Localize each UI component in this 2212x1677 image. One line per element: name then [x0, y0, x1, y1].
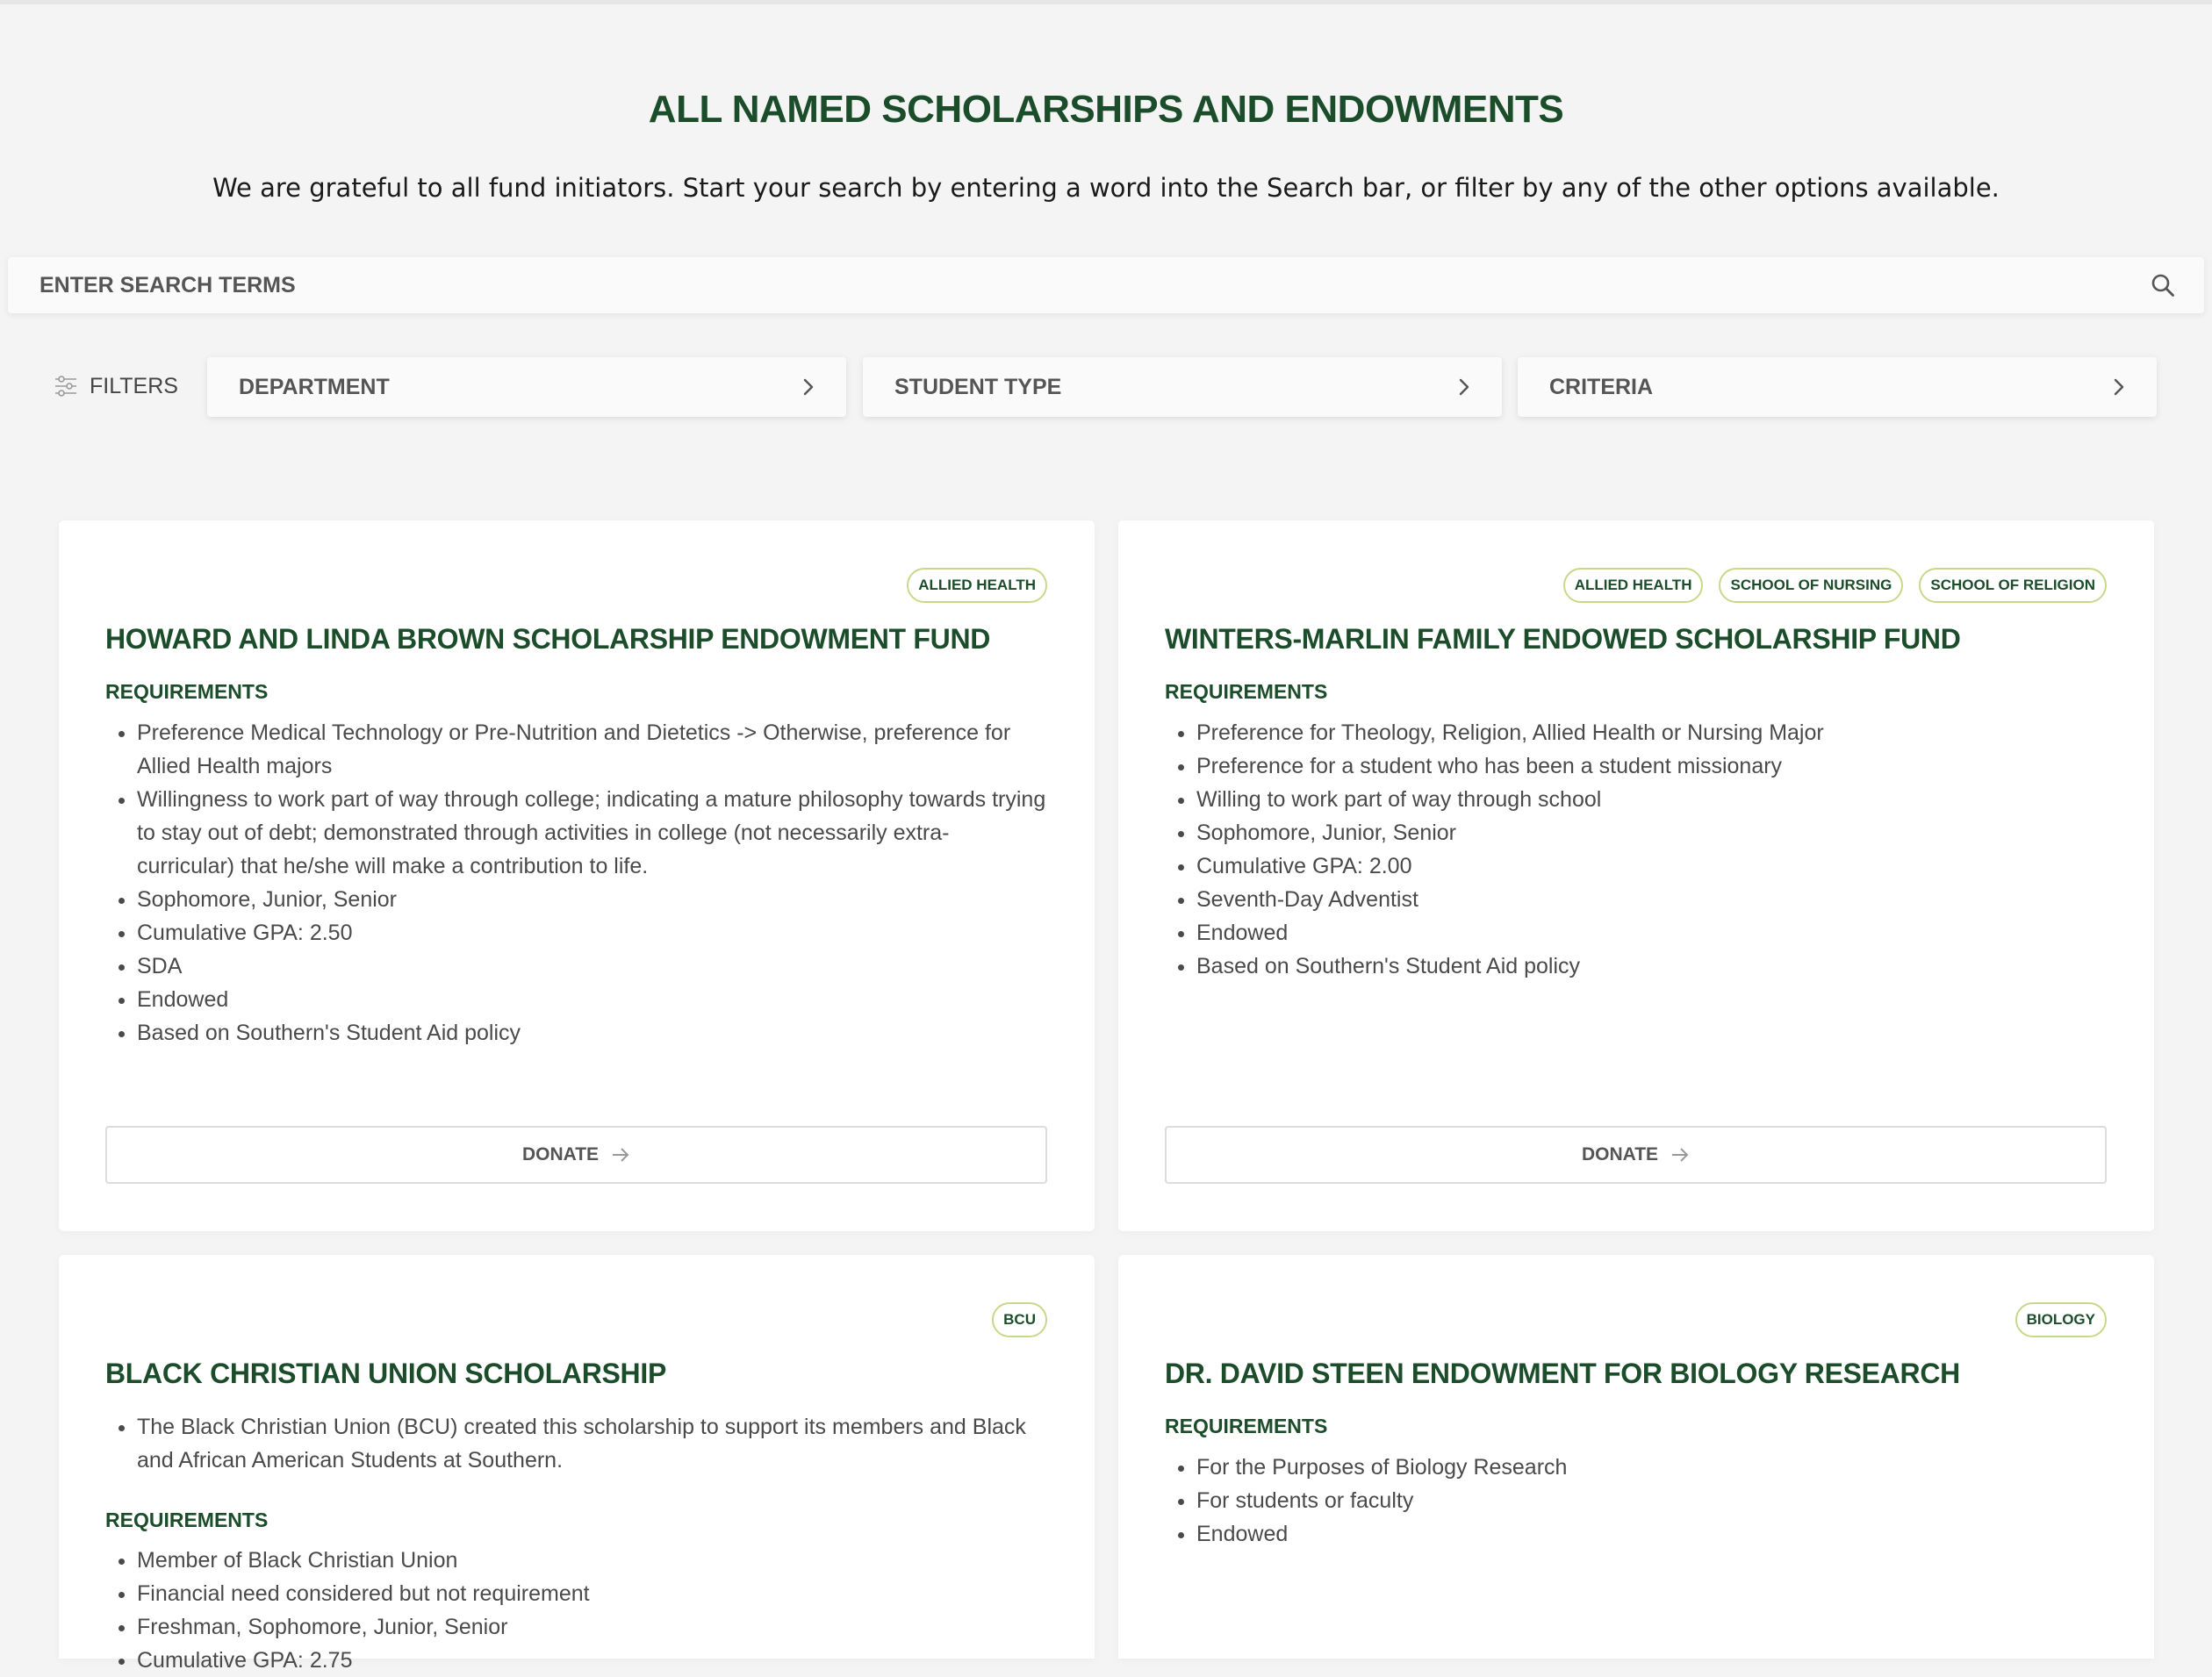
requirement-item: Sophomore, Junior, Senior	[1196, 816, 2106, 849]
department-tag[interactable]: SCHOOL OF RELIGION	[1919, 568, 2107, 603]
requirement-item: Cumulative GPA: 2.75	[137, 1644, 1046, 1677]
department-dropdown-label: DEPARTMENT	[239, 374, 390, 399]
scholarship-title: DR. DAVID STEEN ENDOWMENT FOR BIOLOGY RE…	[1165, 1358, 1960, 1389]
requirements-list: Preference Medical Technology or Pre-Nut…	[105, 716, 1046, 1050]
chevron-right-icon	[1459, 378, 1469, 396]
requirement-item: Seventh-Day Adventist	[1196, 883, 2106, 916]
requirement-item: For students or faculty	[1196, 1484, 2106, 1517]
donate-label: DONATE	[521, 1144, 600, 1165]
donate-button[interactable]: DONATE	[105, 1126, 1047, 1184]
requirement-item: Based on Southern's Student Aid policy	[137, 1016, 1046, 1050]
requirements-list: Member of Black Christian Union Financia…	[105, 1544, 1046, 1677]
requirement-item: Sophomore, Junior, Senior	[137, 883, 1046, 916]
search-bar	[8, 257, 2204, 313]
requirement-item: Willingness to work part of way through …	[137, 783, 1046, 883]
arrow-right-icon	[1672, 1148, 1689, 1162]
requirement-item: Willing to work part of way through scho…	[1196, 783, 2106, 816]
criteria-dropdown[interactable]: CRITERIA	[1518, 357, 2157, 417]
top-divider	[0, 0, 2212, 4]
department-tag[interactable]: BCU	[992, 1302, 1047, 1337]
requirement-item: Endowed	[1196, 1517, 2106, 1551]
requirements-list: Preference for Theology, Religion, Allie…	[1165, 716, 2106, 983]
requirements-heading: REQUIREMENTS	[105, 1509, 269, 1531]
donate-button[interactable]: DONATE	[1165, 1126, 2107, 1184]
requirements-list: For the Purposes of Biology Research For…	[1165, 1451, 2106, 1551]
requirement-item: Member of Black Christian Union	[137, 1544, 1046, 1577]
chevron-right-icon	[803, 378, 814, 396]
card-tags: BIOLOGY	[2014, 1302, 2107, 1337]
requirement-item: Preference for a student who has been a …	[1196, 749, 2106, 783]
page-title: ALL NAMED SCHOLARSHIPS AND ENDOWMENTS	[648, 88, 1564, 131]
student-type-dropdown-label: STUDENT TYPE	[894, 374, 1062, 399]
requirement-item: Based on Southern's Student Aid policy	[1196, 950, 2106, 983]
requirement-item: Preference Medical Technology or Pre-Nut…	[137, 716, 1046, 783]
requirement-item: Cumulative GPA: 2.50	[137, 916, 1046, 950]
page-intro: We are grateful to all fund initiators. …	[212, 173, 2000, 203]
department-dropdown[interactable]: DEPARTMENT	[207, 357, 846, 417]
filters-toggle[interactable]: FILTERS	[54, 355, 178, 417]
sliders-icon	[55, 376, 76, 397]
search-input[interactable]	[40, 257, 2129, 313]
department-tag[interactable]: ALLIED HEALTH	[907, 568, 1047, 603]
requirement-item: Cumulative GPA: 2.00	[1196, 849, 2106, 883]
requirements-heading: REQUIREMENTS	[1165, 1415, 1328, 1437]
search-icon[interactable]	[2150, 272, 2176, 298]
filters-label: FILTERS	[90, 373, 178, 398]
card-tags: ALLIED HEALTH	[907, 568, 1047, 603]
requirement-item: Endowed	[1196, 916, 2106, 950]
requirement-item: SDA	[137, 950, 1046, 983]
requirement-item: Financial need considered but not requir…	[137, 1577, 1046, 1610]
student-type-dropdown[interactable]: STUDENT TYPE	[863, 357, 1502, 417]
description-list: The Black Christian Union (BCU) created …	[105, 1410, 1046, 1477]
chevron-right-icon	[2114, 378, 2124, 396]
requirements-heading: REQUIREMENTS	[105, 680, 269, 703]
requirement-item: Freshman, Sophomore, Junior, Senior	[137, 1610, 1046, 1644]
department-tag[interactable]: SCHOOL OF NURSING	[1719, 568, 1904, 603]
department-tag[interactable]: ALLIED HEALTH	[1562, 568, 1704, 603]
department-tag[interactable]: BIOLOGY	[2014, 1302, 2107, 1337]
requirement-item: Preference for Theology, Religion, Allie…	[1196, 716, 2106, 749]
donate-label: DONATE	[1581, 1144, 1659, 1165]
card-tags: BCU	[992, 1302, 1047, 1337]
scholarship-title: BLACK CHRISTIAN UNION SCHOLARSHIP	[105, 1358, 666, 1389]
scholarship-title: HOWARD AND LINDA BROWN SCHOLARSHIP ENDOW…	[105, 623, 991, 655]
card-tags: ALLIED HEALTH SCHOOL OF NURSING SCHOOL O…	[1562, 568, 2107, 603]
requirement-item: For the Purposes of Biology Research	[1196, 1451, 2106, 1484]
description-item: The Black Christian Union (BCU) created …	[137, 1410, 1046, 1477]
requirement-item: Endowed	[137, 983, 1046, 1016]
arrow-right-icon	[613, 1148, 629, 1162]
criteria-dropdown-label: CRITERIA	[1549, 374, 1654, 399]
requirements-heading: REQUIREMENTS	[1165, 680, 1328, 703]
scholarship-title: WINTERS-MARLIN FAMILY ENDOWED SCHOLARSHI…	[1165, 623, 1961, 655]
